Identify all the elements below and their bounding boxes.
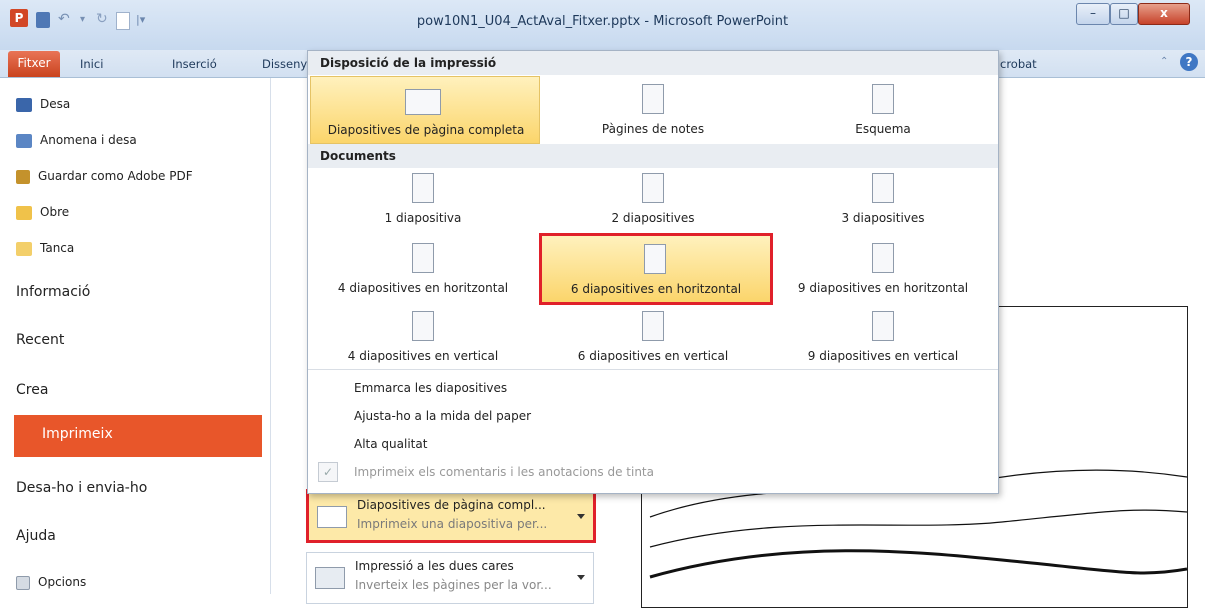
full-page-slide-icon	[317, 506, 347, 528]
option-1-slide[interactable]: 1 diapositiva	[308, 169, 538, 233]
nav-options[interactable]: Opcions	[16, 571, 86, 593]
option-3-slides[interactable]: 3 diapositives	[768, 169, 998, 233]
open-folder-icon	[16, 205, 32, 220]
chevron-down-icon	[577, 514, 585, 519]
option-9-slides-vertical[interactable]: 9 diapositives en vertical	[768, 305, 998, 369]
nav-info[interactable]: Informació	[16, 284, 256, 300]
full-page-slide-icon	[405, 89, 441, 115]
option-notes-pages[interactable]: Pàgines de notes	[538, 76, 768, 140]
one-slide-icon	[412, 173, 434, 203]
option-6-slides-horizontal[interactable]: 6 diapositives en horitzontal	[539, 233, 773, 305]
option-4-slides-horizontal[interactable]: 4 diapositives en horitzontal	[308, 237, 538, 301]
tab-home[interactable]: Inici	[80, 55, 103, 73]
frame-slides-command[interactable]: Emmarca les diapositives	[354, 381, 507, 395]
high-quality-command[interactable]: Alta qualitat	[354, 437, 427, 451]
tab-insert[interactable]: Inserció	[172, 55, 217, 73]
option-9-slides-horizontal[interactable]: 9 diapositives en horitzontal	[768, 237, 998, 301]
nav-save-adobe-pdf[interactable]: Guardar como Adobe PDF	[16, 165, 193, 187]
option-outline[interactable]: Esquema	[768, 76, 998, 140]
notes-pages-icon	[642, 84, 664, 114]
option-full-page-slides[interactable]: Diapositives de pàgina completa	[310, 76, 540, 144]
nav-open[interactable]: Obre	[16, 201, 69, 223]
four-slides-vertical-icon	[412, 311, 434, 341]
scale-to-fit-command[interactable]: Ajusta-ho a la mida del paper	[354, 409, 531, 423]
four-slides-horizontal-icon	[412, 243, 434, 273]
nav-help[interactable]: Ajuda	[16, 528, 256, 544]
selected-arrow	[262, 428, 270, 444]
outline-icon	[872, 84, 894, 114]
adobe-pdf-icon	[16, 169, 30, 184]
six-slides-vertical-icon	[642, 311, 664, 341]
window-title: pow10N1_U04_ActAval_Fitxer.pptx - Micros…	[416, 14, 789, 29]
section-handouts: Documents	[308, 144, 998, 168]
nav-print[interactable]: Imprimeix	[14, 415, 270, 457]
three-slides-icon	[872, 173, 894, 203]
maximize-button[interactable]: □	[1110, 3, 1138, 25]
option-4-slides-vertical[interactable]: 4 diapositives en vertical	[308, 305, 538, 369]
close-folder-icon	[16, 241, 32, 256]
section-print-layout: Disposició de la impressió	[308, 51, 998, 75]
nine-slides-vertical-icon	[872, 311, 894, 341]
tab-acrobat[interactable]: crobat	[1000, 55, 1037, 73]
nav-save-as[interactable]: Anomena i desa	[16, 129, 137, 151]
chevron-down-icon	[577, 575, 585, 580]
six-slides-horizontal-icon	[644, 244, 666, 274]
print-layout-dropdown: Disposició de la impressió Diapositives …	[307, 50, 999, 494]
two-slides-icon	[642, 173, 664, 203]
tab-design[interactable]: Disseny	[262, 55, 307, 73]
option-6-slides-vertical[interactable]: 6 diapositives en vertical	[538, 305, 768, 369]
nav-close[interactable]: Tanca	[16, 237, 74, 259]
options-icon	[16, 575, 30, 590]
help-icon[interactable]: ?	[1180, 53, 1198, 71]
print-comments-command[interactable]: Imprimeix els comentaris i les anotacion…	[354, 465, 654, 479]
nav-recent[interactable]: Recent	[16, 332, 256, 348]
nine-slides-horizontal-icon	[872, 243, 894, 273]
nav-new[interactable]: Crea	[16, 382, 256, 398]
save-as-icon	[16, 133, 32, 148]
option-2-slides[interactable]: 2 diapositives	[538, 169, 768, 233]
minimize-button[interactable]: –	[1076, 3, 1110, 25]
collapse-ribbon-icon[interactable]: ⌃	[1160, 56, 1172, 68]
save-icon	[16, 97, 32, 112]
divider	[308, 369, 998, 370]
nav-save[interactable]: Desa	[16, 93, 70, 115]
duplex-icon	[315, 567, 345, 589]
tab-file[interactable]: Fitxer	[8, 51, 60, 77]
close-button[interactable]: x	[1138, 3, 1190, 25]
duplex-selector[interactable]: Impressió a les dues cares Inverteix les…	[306, 552, 594, 604]
nav-save-send[interactable]: Desa-ho i envia-ho	[16, 480, 256, 496]
checkmark-icon: ✓	[318, 462, 338, 482]
print-layout-selector[interactable]: Diapositives de pàgina compl... Imprimei…	[306, 489, 596, 543]
